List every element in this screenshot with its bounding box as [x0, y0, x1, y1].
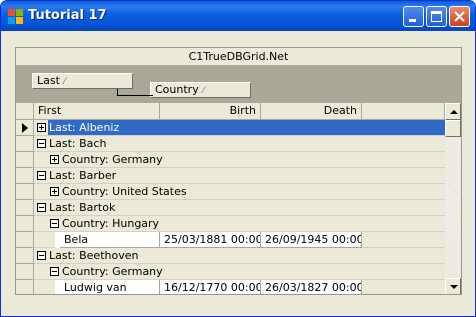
- grid-caption: C1TrueDBGrid.Net: [16, 48, 461, 66]
- group-indent: [34, 280, 55, 294]
- minimize-icon: [409, 19, 416, 22]
- record-selector[interactable]: [16, 216, 34, 232]
- group-column-label: Country: [155, 83, 199, 96]
- cell-birth[interactable]: 16/12/1770 00:00:: [160, 280, 261, 294]
- title-bar[interactable]: Tutorial 17: [1, 1, 475, 31]
- arrow-down-icon: [450, 285, 458, 289]
- group-label: Country: Hungary: [62, 217, 160, 230]
- grouping-area[interactable]: Last ⁄ Country ⁄: [16, 66, 461, 103]
- scroll-thumb[interactable]: [445, 120, 461, 137]
- group-row[interactable]: Last: Bartok: [16, 200, 445, 216]
- column-header-first[interactable]: First: [34, 103, 160, 120]
- scroll-down-button[interactable]: [445, 278, 461, 294]
- record-selector[interactable]: [16, 264, 34, 280]
- arrow-up-icon: [450, 110, 458, 114]
- record-selector[interactable]: [16, 232, 34, 248]
- group-column-last[interactable]: Last ⁄: [32, 73, 133, 89]
- group-row[interactable]: Country: Hungary: [16, 216, 445, 232]
- column-header-death[interactable]: Death: [261, 103, 362, 120]
- group-row-content[interactable]: Last: Albeniz: [34, 120, 445, 136]
- scroll-up-button[interactable]: [445, 103, 461, 120]
- true-db-grid[interactable]: C1TrueDBGrid.Net Last ⁄ Country ⁄ First Bi…: [15, 47, 462, 295]
- app-icon[interactable]: [8, 9, 23, 24]
- group-row[interactable]: Country: United States: [16, 184, 445, 200]
- group-label: Last: Barber: [49, 169, 117, 182]
- data-row[interactable]: Ludwig van 16/12/1770 00:00: 26/03/1827 00…: [16, 280, 445, 294]
- group-label: Last: Albeniz: [49, 121, 120, 134]
- collapse-icon[interactable]: [37, 139, 46, 148]
- data-row[interactable]: Bela 25/03/1881 00:00: 26/09/1945 00:00:: [16, 232, 445, 248]
- client-area: C1TrueDBGrid.Net Last ⁄ Country ⁄ First Bi…: [4, 31, 472, 315]
- group-row[interactable]: Last: Bach: [16, 136, 445, 152]
- group-row[interactable]: Last: Beethoven: [16, 248, 445, 264]
- sort-indicator-icon: ⁄: [202, 86, 205, 96]
- close-button[interactable]: [449, 6, 470, 27]
- group-column-country[interactable]: Country ⁄: [150, 82, 251, 98]
- group-row[interactable]: Last: Albeniz: [16, 120, 445, 136]
- row-filler: [362, 280, 445, 294]
- group-label: Country: Germany: [62, 265, 163, 278]
- maximize-button[interactable]: [426, 6, 447, 27]
- collapse-icon[interactable]: [37, 203, 46, 212]
- app-window: Tutorial 17 C1TrueDBGrid.Net Last ⁄ Count…: [0, 0, 476, 317]
- cell-death[interactable]: 26/03/1827 00:00:: [261, 280, 362, 294]
- group-row-content[interactable]: Last: Barber: [34, 168, 445, 184]
- group-row[interactable]: Country: Germany: [16, 264, 445, 280]
- header-corner: [16, 103, 34, 120]
- group-row[interactable]: Last: Barber: [16, 168, 445, 184]
- group-label: Last: Bach: [49, 137, 107, 150]
- group-indent: [34, 232, 55, 248]
- collapse-icon[interactable]: [37, 171, 46, 180]
- expand-icon[interactable]: [50, 187, 59, 196]
- cell-first[interactable]: Bela: [60, 232, 160, 248]
- record-selector[interactable]: [16, 248, 34, 264]
- sort-indicator-icon: ⁄: [63, 77, 66, 87]
- record-selector[interactable]: [16, 136, 34, 152]
- scroll-track[interactable]: [445, 137, 461, 278]
- record-selector[interactable]: [16, 152, 34, 168]
- group-row[interactable]: Country: Germany: [16, 152, 445, 168]
- column-header-label: First: [38, 104, 62, 117]
- current-row-pointer-icon: [22, 123, 28, 133]
- record-selector[interactable]: [16, 184, 34, 200]
- maximize-icon: [431, 11, 442, 22]
- group-row-content[interactable]: Country: Germany: [34, 264, 445, 280]
- minimize-button[interactable]: [403, 6, 424, 27]
- cell-death[interactable]: 26/09/1945 00:00:: [261, 232, 362, 248]
- column-header-birth[interactable]: Birth: [160, 103, 261, 120]
- record-selector[interactable]: [16, 280, 34, 294]
- group-label: Country: United States: [62, 185, 187, 198]
- row-filler: [362, 232, 445, 248]
- column-header-label: Birth: [229, 104, 256, 117]
- group-label: Last: Bartok: [49, 201, 116, 214]
- group-row-content[interactable]: Last: Bach: [34, 136, 445, 152]
- column-header-label: Death: [323, 104, 357, 117]
- expand-icon[interactable]: [37, 123, 46, 132]
- close-icon: [454, 11, 465, 22]
- group-label: Last: Beethoven: [49, 249, 139, 262]
- record-selector[interactable]: [16, 120, 34, 136]
- group-row-content[interactable]: Country: Hungary: [34, 216, 445, 232]
- cell-first[interactable]: Ludwig van: [60, 280, 160, 294]
- group-row-content[interactable]: Last: Beethoven: [34, 248, 445, 264]
- expand-icon[interactable]: [50, 155, 59, 164]
- group-column-label: Last: [37, 74, 60, 87]
- collapse-icon[interactable]: [50, 267, 59, 276]
- group-row-content[interactable]: Country: United States: [34, 184, 445, 200]
- record-selector[interactable]: [16, 168, 34, 184]
- group-label: Country: Germany: [62, 153, 163, 166]
- window-title: Tutorial 17: [28, 8, 107, 23]
- group-row-content[interactable]: Country: Germany: [34, 152, 445, 168]
- vertical-scrollbar[interactable]: [445, 103, 461, 294]
- group-row-content[interactable]: Last: Bartok: [34, 200, 445, 216]
- collapse-icon[interactable]: [37, 251, 46, 260]
- group-connector: [117, 95, 153, 96]
- column-header-blank: [362, 103, 445, 120]
- collapse-icon[interactable]: [50, 219, 59, 228]
- cell-birth[interactable]: 25/03/1881 00:00:: [160, 232, 261, 248]
- record-selector[interactable]: [16, 200, 34, 216]
